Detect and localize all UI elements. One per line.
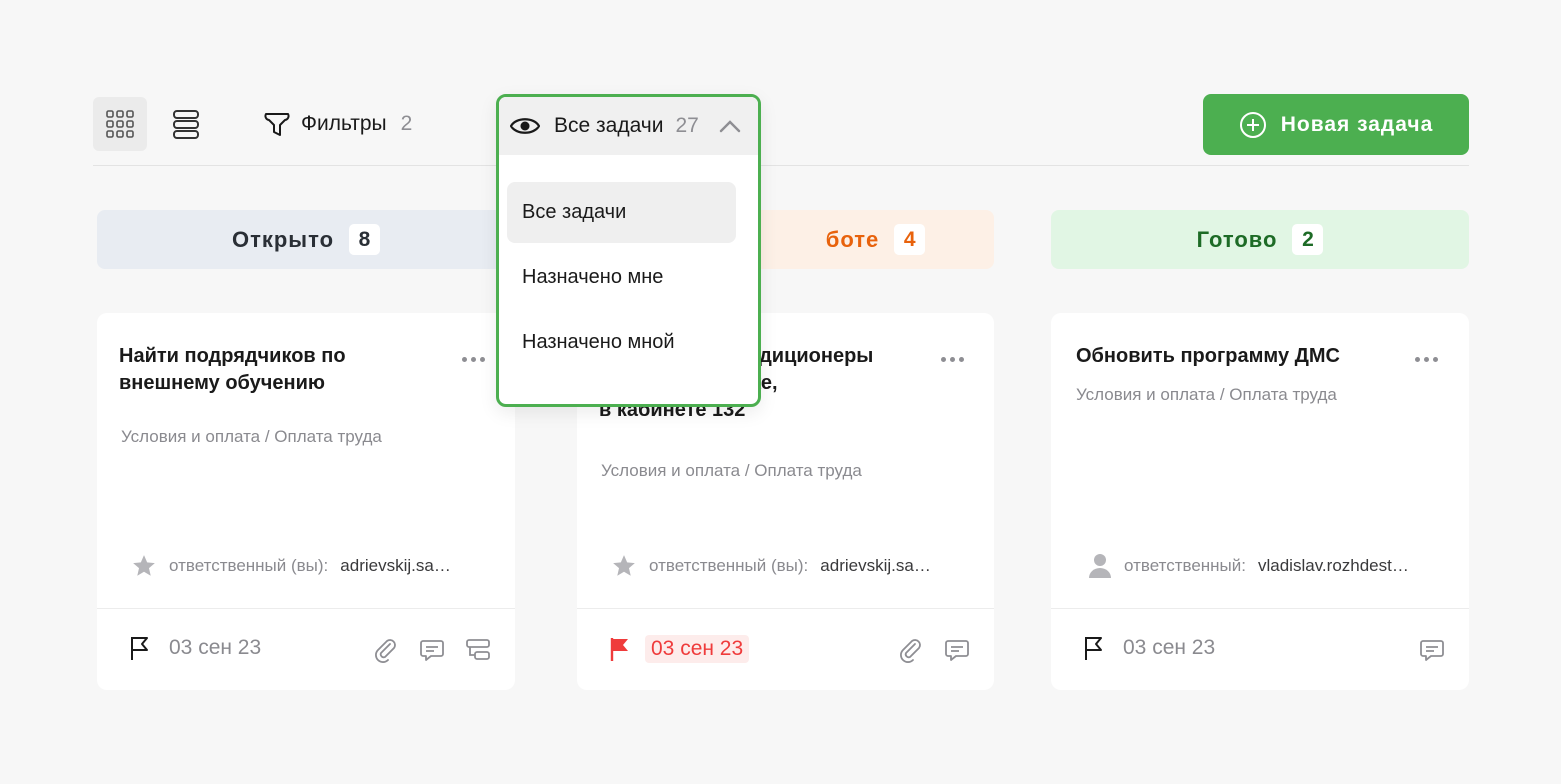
selected-view-count: 27 (675, 114, 699, 137)
task-card[interactable]: Обновить программу ДМС Условия и оплата … (1051, 313, 1469, 690)
comment-icon[interactable] (944, 637, 970, 663)
filters-count: 2 (400, 112, 413, 135)
card-divider (577, 608, 994, 609)
star-icon (133, 555, 155, 576)
task-deadline: 03 сен 23 (1083, 635, 1215, 661)
deadline-date: 03 сен 23 (169, 636, 262, 659)
flag-outline-icon (1085, 637, 1102, 660)
paperclip-icon[interactable] (898, 637, 924, 663)
deadline-date: 03 сен 23 (1123, 636, 1216, 659)
card-actions (898, 637, 970, 663)
filter-icon (264, 113, 290, 136)
card-divider (1051, 608, 1469, 609)
column-count-badge: 8 (349, 224, 381, 255)
assignee-label: ответственный (вы): (169, 556, 329, 575)
column-title: боте (825, 226, 880, 252)
toolbar: Фильтры 2 Новая задача (93, 94, 1469, 156)
comment-icon[interactable] (1419, 637, 1445, 663)
filters-label: Фильтры (301, 112, 387, 135)
grid-icon (106, 110, 134, 138)
task-title: Найти подрядчиков по внешнему обучению (119, 345, 346, 394)
more-options-button[interactable] (462, 357, 485, 362)
flag-outline-icon (131, 637, 148, 660)
card-actions (373, 637, 491, 663)
task-assignee: ответственный (вы): adrievskij.sa… (131, 553, 451, 579)
task-assignee: ответственный: vladislav.rozhdest… (1088, 553, 1409, 579)
star-icon (613, 555, 635, 576)
comment-icon[interactable] (419, 637, 445, 663)
assignee-label: ответственный (вы): (649, 556, 809, 575)
task-title: Обновить программу ДМС (1076, 345, 1340, 367)
assignee-label: ответственный: (1124, 556, 1246, 575)
new-task-button[interactable]: Новая задача (1203, 94, 1469, 155)
column-count-badge: 2 (1292, 224, 1324, 255)
assignee-value: vladislav.rozhdest… (1258, 556, 1409, 575)
paperclip-icon[interactable] (373, 637, 399, 663)
task-category: Условия и оплата / Оплата труда (601, 461, 862, 480)
grid-view-button[interactable] (93, 97, 147, 151)
subtasks-icon[interactable] (465, 637, 491, 663)
chevron-up-icon (719, 120, 741, 133)
task-view-dropdown-toggle[interactable]: Все задачи 27 (499, 97, 758, 155)
dropdown-option-all-tasks[interactable]: Все задачи (507, 182, 736, 243)
more-options-button[interactable] (1415, 357, 1438, 362)
user-icon (1089, 554, 1111, 578)
task-title-line: же, (747, 372, 778, 394)
deadline-date-overdue: 03 сен 23 (645, 635, 750, 663)
list-view-button[interactable] (159, 97, 213, 151)
column-header-open: Открыто 8 (97, 210, 515, 269)
flag-filled-icon (610, 638, 628, 661)
assignee-value: adrievskij.sa… (340, 556, 451, 575)
task-deadline: 03 сен 23 (129, 635, 261, 661)
column-count-badge: 4 (894, 224, 926, 255)
eye-icon (510, 118, 540, 134)
list-icon (173, 110, 199, 139)
card-actions (1419, 637, 1445, 663)
plus-circle-icon (1239, 111, 1266, 138)
more-options-button[interactable] (941, 357, 964, 362)
column-title: Открыто (231, 226, 335, 252)
task-view-dropdown[interactable]: Все задачи 27 Все задачи Назначено мне Н… (496, 94, 761, 407)
column-header-done: Готово 2 (1051, 210, 1469, 269)
toolbar-divider (93, 165, 1469, 166)
task-category: Условия и оплата / Оплата труда (1076, 385, 1337, 404)
card-divider (97, 608, 515, 609)
task-deadline: 03 сен 23 (609, 635, 750, 663)
task-card[interactable]: Найти подрядчиков по внешнему обучению У… (97, 313, 515, 690)
new-task-label: Новая задача (1280, 112, 1434, 136)
dropdown-option-assigned-by-me[interactable]: Назначено мной (507, 312, 736, 373)
column-title: Готово (1196, 226, 1278, 252)
task-title-line: ндиционеры (747, 345, 874, 367)
task-category: Условия и оплата / Оплата труда (121, 427, 382, 446)
selected-view-label: Все задачи (554, 114, 664, 137)
task-assignee: ответственный (вы): adrievskij.sa… (611, 553, 931, 579)
dropdown-option-assigned-to-me[interactable]: Назначено мне (507, 247, 736, 308)
filters-button[interactable]: Фильтры 2 (263, 109, 412, 139)
assignee-value: adrievskij.sa… (820, 556, 931, 575)
